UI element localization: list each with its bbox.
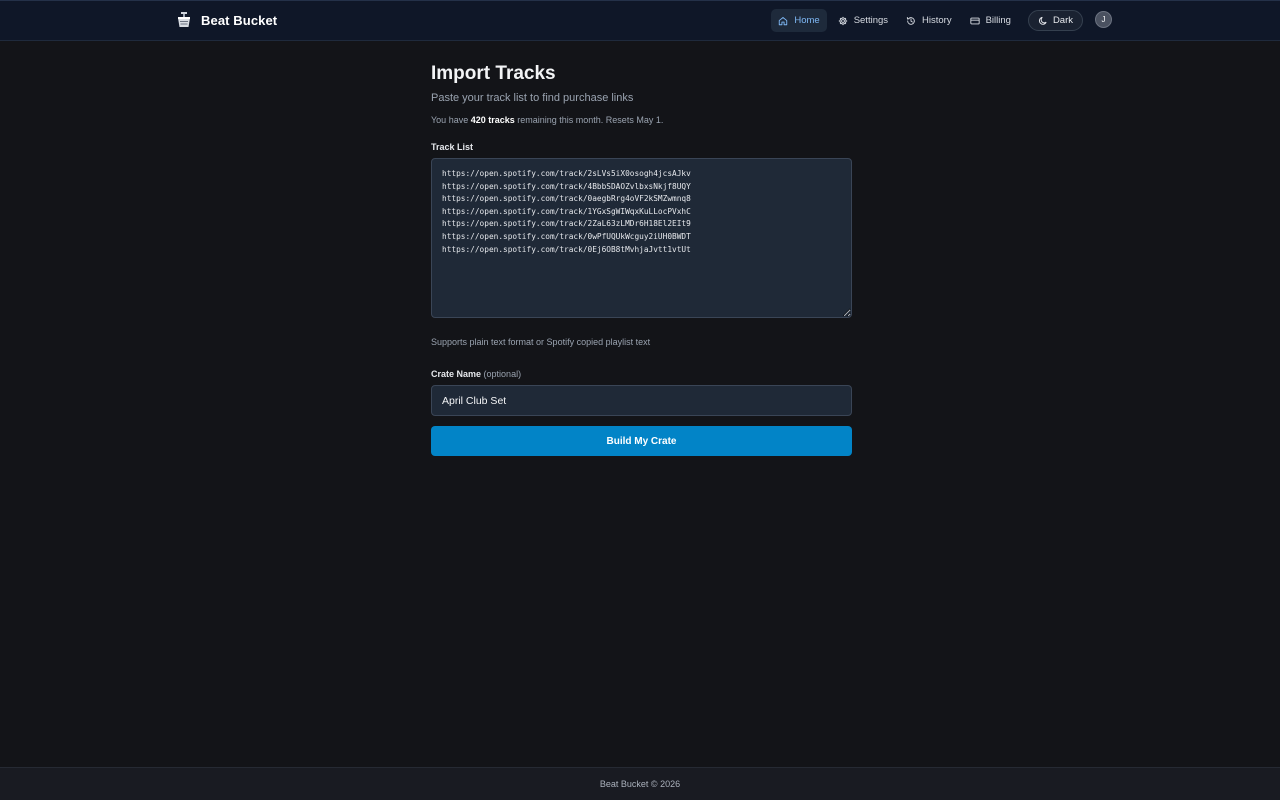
nav-home[interactable]: Home [771, 9, 827, 32]
home-icon [779, 16, 788, 25]
brand[interactable]: Beat Bucket [177, 12, 277, 28]
main-nav: Home Settings History Billing Dark J [771, 9, 1112, 32]
nav-history[interactable]: History [899, 9, 959, 32]
track-list-textarea[interactable]: https://open.spotify.com/track/2sLVs5iX0… [431, 158, 852, 318]
build-crate-button[interactable]: Build My Crate [431, 426, 852, 456]
quota-suffix: remaining this month. Resets May 1. [514, 115, 664, 125]
crate-name-label: Crate Name (optional) [431, 369, 852, 379]
track-list-label: Track List [431, 142, 474, 152]
page-title: Import Tracks [431, 63, 556, 84]
nav-home-label: Home [794, 15, 820, 26]
quota-notice: You have 420 tracks remaining this month… [431, 115, 852, 125]
nav-settings[interactable]: Settings [831, 9, 895, 32]
user-avatar[interactable]: J [1095, 10, 1112, 28]
nav-billing-label: Billing [985, 15, 1011, 26]
theme-toggle-label: Dark [1052, 15, 1073, 26]
footer-text: Beat Bucket © 2026 [599, 779, 681, 789]
nav-history-label: History [922, 15, 952, 26]
gear-icon [838, 16, 847, 25]
credit-card-icon [969, 17, 980, 24]
quota-prefix: You have [431, 115, 471, 125]
page-subtitle: Paste your track list to find purchase l… [431, 92, 634, 104]
crate-name-input[interactable] [431, 385, 852, 416]
crate-name-label-text: Crate Name [431, 369, 482, 379]
top-navbar: Beat Bucket Home Settings History Billin… [0, 0, 1280, 41]
app-name: Beat Bucket [201, 12, 278, 28]
optional-note: (optional) [483, 369, 522, 379]
footer: Beat Bucket © 2026 [0, 767, 1280, 800]
bucket-logo-icon [178, 12, 190, 27]
nav-settings-label: Settings [853, 15, 889, 26]
track-list-hint: Supports plain text format or Spotify co… [431, 337, 651, 347]
nav-billing[interactable]: Billing [963, 9, 1018, 32]
import-form: Import Tracks Paste your track list to f… [431, 62, 852, 456]
theme-toggle-button[interactable]: Dark [1027, 10, 1083, 31]
quota-amount: 420 tracks [470, 115, 515, 125]
history-icon [906, 16, 915, 25]
moon-icon [1038, 16, 1047, 25]
